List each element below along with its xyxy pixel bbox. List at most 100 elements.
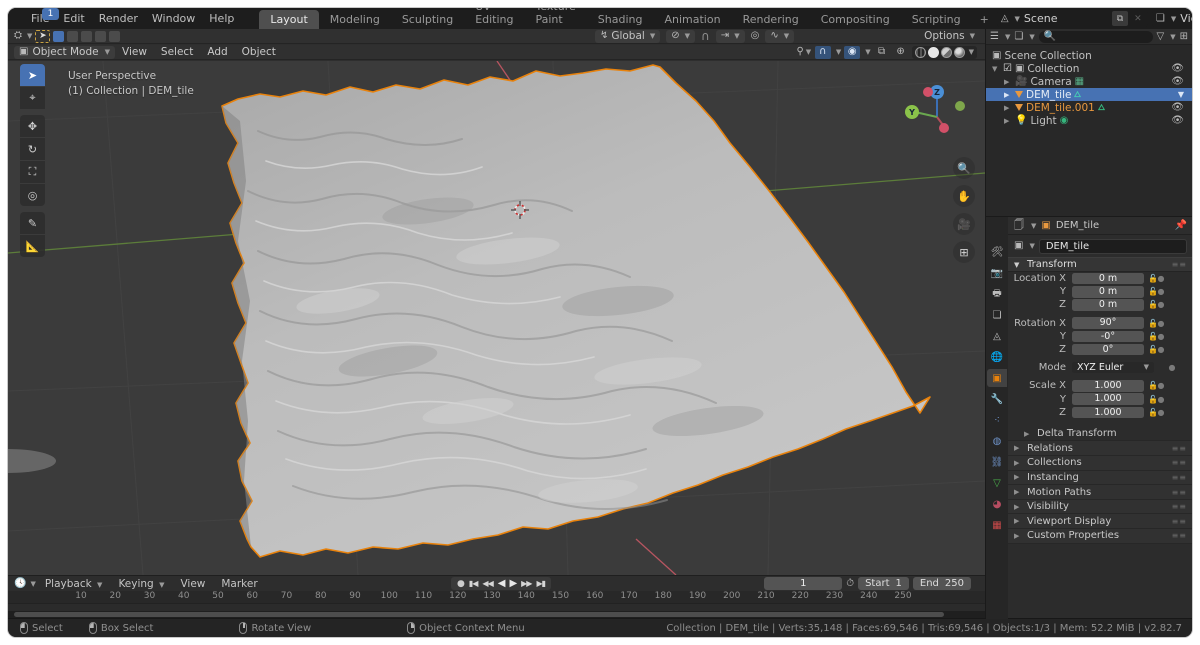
tab-constraints-icon[interactable]: ⛓ bbox=[987, 453, 1007, 471]
workspace-tab-modeling[interactable]: Modeling bbox=[319, 10, 391, 29]
outliner-display-mode-icon[interactable]: ☰ bbox=[990, 32, 999, 42]
tool-annotate[interactable]: ✎ bbox=[20, 212, 45, 234]
rotation-z-input[interactable]: 0° bbox=[1072, 344, 1144, 356]
tab-modifiers-icon[interactable]: 🔧 bbox=[987, 390, 1007, 408]
show-gizmo-icon[interactable]: ⧉ bbox=[874, 46, 890, 59]
view-layer-selector[interactable]: ❏▼ View Layer ⧉ ✕ bbox=[1152, 10, 1192, 27]
lock-icon[interactable]: 🔓 bbox=[1148, 345, 1157, 354]
filter-funnel-icon[interactable]: ▽ bbox=[1157, 32, 1165, 42]
menu-view[interactable]: View bbox=[115, 46, 154, 58]
gizmo-y-neg[interactable] bbox=[955, 101, 965, 111]
menu-help[interactable]: Help bbox=[202, 8, 241, 29]
lock-icon[interactable]: 🔓 bbox=[1148, 319, 1157, 328]
keyframe-dot-icon[interactable]: ● bbox=[1157, 319, 1165, 328]
gizmo-y-axis[interactable]: Y bbox=[905, 105, 919, 119]
lock-icon[interactable]: 🔓 bbox=[1148, 274, 1157, 283]
eye-visibility-icon[interactable]: 👁 bbox=[1171, 103, 1184, 113]
toggle-ortho-icon[interactable]: ⊞ bbox=[953, 241, 975, 263]
disclosure-closed-icon[interactable]: ▶ bbox=[1004, 117, 1012, 125]
scale-z-input[interactable]: 1.000 bbox=[1072, 407, 1144, 419]
shading-wireframe-icon[interactable] bbox=[915, 47, 926, 58]
section-visibility[interactable]: ▶ Visibility≡≡ bbox=[1008, 500, 1192, 515]
record-button[interactable]: ● bbox=[455, 579, 466, 589]
timeline-track[interactable] bbox=[8, 603, 985, 611]
keyframe-dot-icon[interactable]: ● bbox=[1157, 345, 1165, 354]
pivot-point-dropdown[interactable]: ⊘▼ bbox=[666, 30, 695, 43]
scrollbar-thumb[interactable] bbox=[14, 612, 944, 617]
stopwatch-icon[interactable]: ⏱ bbox=[846, 579, 854, 589]
section-viewport-display[interactable]: ▶ Viewport Display≡≡ bbox=[1008, 514, 1192, 529]
workspace-tab-animation[interactable]: Animation bbox=[653, 10, 731, 29]
active-tool-select-box-icon[interactable]: ➤ bbox=[35, 30, 50, 43]
workspace-tab-shading[interactable]: Shading bbox=[587, 10, 654, 29]
shading-solid-icon[interactable] bbox=[928, 47, 939, 58]
tab-object-icon[interactable]: ▣ bbox=[987, 369, 1007, 387]
timeline-ruler[interactable]: 1020304050607080901001101201301401501601… bbox=[8, 591, 985, 603]
editor-type-icon[interactable]: ⛭ bbox=[14, 31, 22, 41]
lock-icon[interactable]: 🔓 bbox=[1148, 332, 1157, 341]
tab-particles-icon[interactable]: ⁖ bbox=[987, 411, 1007, 429]
snap-toggle-icon[interactable]: ∩ bbox=[815, 46, 831, 59]
tab-view-layer-icon[interactable]: ❏ bbox=[987, 306, 1007, 324]
shading-rendered-icon[interactable] bbox=[954, 47, 965, 58]
tab-scene-icon[interactable]: ◬ bbox=[987, 327, 1007, 345]
rotation-x-input[interactable]: 90° bbox=[1072, 317, 1144, 329]
tab-world-icon[interactable]: 🌐 bbox=[987, 348, 1007, 366]
lock-icon[interactable]: 🔓 bbox=[1148, 395, 1157, 404]
panel-grip-icon[interactable]: ≡≡ bbox=[1172, 502, 1187, 511]
proportional-editing-icon[interactable]: ◎ bbox=[751, 31, 760, 41]
gizmo-x-neg[interactable] bbox=[939, 123, 949, 133]
current-frame-field[interactable]: 1 bbox=[764, 577, 842, 590]
menu-marker[interactable]: Marker bbox=[214, 578, 264, 590]
transform-panel-header[interactable]: ▼ Transform ≡≡ bbox=[1008, 257, 1192, 272]
add-workspace-button[interactable]: + bbox=[972, 10, 997, 29]
workspace-tab-sculpting[interactable]: Sculpting bbox=[391, 10, 464, 29]
chevron-down-icon[interactable]: ▼ bbox=[1178, 90, 1184, 99]
disclosure-closed-icon[interactable]: ▶ bbox=[1004, 78, 1012, 86]
panel-grip-icon[interactable]: ≡≡ bbox=[1172, 531, 1187, 540]
panel-grip-icon[interactable]: ≡≡ bbox=[1172, 473, 1187, 482]
snap-magnet-icon[interactable]: ∩ bbox=[701, 30, 710, 42]
eye-visibility-icon[interactable]: 👁 bbox=[1171, 77, 1184, 87]
camera-view-icon[interactable]: 🎥 bbox=[953, 213, 975, 235]
outliner-row-dem-tile[interactable]: ▶ DEM_tile ▼ bbox=[986, 88, 1192, 101]
workspace-tab-scripting[interactable]: Scripting bbox=[901, 10, 972, 29]
section-delta-transform[interactable]: ▶ Delta Transform bbox=[1008, 427, 1192, 442]
select-mode-extend-icon[interactable] bbox=[67, 31, 78, 42]
section-collections[interactable]: ▶ Collections≡≡ bbox=[1008, 456, 1192, 471]
checkbox-checked-icon[interactable]: ☑ bbox=[1003, 64, 1012, 74]
tab-object-data-icon[interactable]: ▽ bbox=[987, 474, 1007, 492]
show-overlays-icon[interactable]: ⊕ bbox=[893, 46, 909, 59]
tab-physics-icon[interactable]: ◍ bbox=[987, 432, 1007, 450]
section-instancing[interactable]: ▶ Instancing≡≡ bbox=[1008, 471, 1192, 486]
menu-window[interactable]: Window bbox=[145, 8, 202, 29]
outliner-row-light[interactable]: ▶ 💡 Light ◉ 👁 bbox=[986, 114, 1192, 127]
editor-type-timeline-icon[interactable]: 🕓 bbox=[14, 579, 26, 589]
section-relations[interactable]: ▶ Relations≡≡ bbox=[1008, 441, 1192, 456]
end-frame-field[interactable]: End250 bbox=[913, 577, 971, 590]
scale-y-input[interactable]: 1.000 bbox=[1072, 393, 1144, 405]
timeline-playhead[interactable]: 1 bbox=[42, 8, 59, 20]
keyframe-dot-icon[interactable]: ● bbox=[1157, 274, 1165, 283]
previous-keyframe-button[interactable]: ◀◀ bbox=[480, 579, 494, 588]
workspace-tab-uv-editing[interactable]: UV Editing bbox=[464, 8, 524, 29]
timeline-scrollbar[interactable] bbox=[8, 611, 985, 618]
panel-grip-icon[interactable]: ≡≡ bbox=[1172, 444, 1187, 453]
keyframe-dot-icon[interactable]: ● bbox=[1157, 287, 1165, 296]
tab-render-icon[interactable]: 📷 bbox=[987, 264, 1007, 282]
menu-view-timeline[interactable]: View bbox=[173, 578, 212, 590]
keyframe-dot-icon[interactable]: ● bbox=[1157, 408, 1165, 417]
start-frame-field[interactable]: Start1 bbox=[858, 577, 909, 590]
keyframe-dot-icon[interactable]: ● bbox=[1157, 381, 1165, 390]
tool-scale[interactable]: ⛶ bbox=[20, 161, 45, 183]
new-collection-icon[interactable]: ⊞ bbox=[1180, 32, 1188, 42]
tool-select-box[interactable]: ➤ bbox=[20, 64, 45, 86]
menu-playback[interactable]: Playback ▼ bbox=[38, 578, 110, 590]
gizmo-x-pos[interactable] bbox=[923, 87, 933, 97]
rotation-y-input[interactable]: -0° bbox=[1072, 331, 1144, 343]
panel-grip-icon[interactable]: ≡≡ bbox=[1172, 260, 1187, 269]
panel-grip-icon[interactable]: ≡≡ bbox=[1172, 517, 1187, 526]
transform-orientation-dropdown[interactable]: ↯ Global ▼ bbox=[595, 30, 660, 43]
menu-select[interactable]: Select bbox=[154, 46, 200, 58]
jump-to-end-button[interactable]: ▶▮ bbox=[534, 579, 547, 588]
